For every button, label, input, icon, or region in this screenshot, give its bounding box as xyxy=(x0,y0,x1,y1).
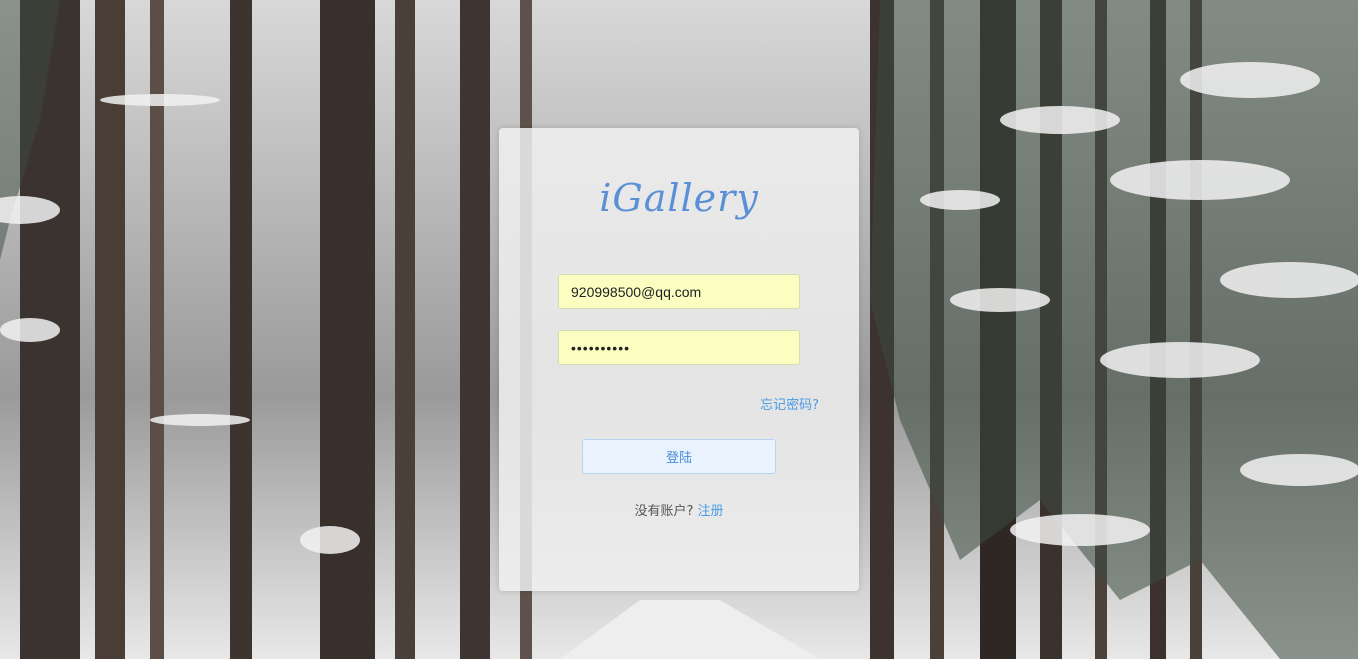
register-prompt: 没有账户? 注册 xyxy=(499,500,859,519)
password-input[interactable] xyxy=(558,330,800,365)
login-card: iGallery 忘记密码? 登陆 没有账户? 注册 xyxy=(499,128,859,591)
email-input[interactable] xyxy=(558,274,800,309)
register-link[interactable]: 注册 xyxy=(698,504,724,519)
login-button[interactable]: 登陆 xyxy=(582,439,776,474)
no-account-text: 没有账户? xyxy=(634,504,694,519)
forgot-password-link[interactable]: 忘记密码? xyxy=(760,394,819,413)
app-logo: iGallery xyxy=(599,176,759,220)
